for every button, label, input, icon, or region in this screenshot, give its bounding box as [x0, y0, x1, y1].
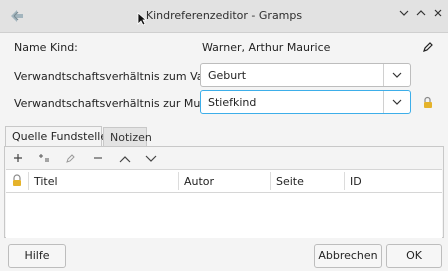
minimize-button[interactable]: [396, 7, 412, 23]
ok-button[interactable]: OK: [386, 244, 442, 268]
mother-relation-dropdown-button[interactable]: [383, 91, 410, 113]
remove-icon: [94, 157, 102, 159]
edit-citation-button[interactable]: [62, 150, 80, 168]
window-title: Kindreferenzeditor - Gramps: [145, 9, 303, 22]
private-lock-icon[interactable]: [421, 96, 435, 110]
tab-source-citations[interactable]: Quelle Fundstellen: [5, 126, 114, 146]
father-relation-label: Verwandtschaftsverhältnis zum Vater:: [14, 70, 223, 83]
chevron-down-icon: [399, 10, 409, 16]
column-separator: [270, 172, 271, 190]
column-header-author[interactable]: Autor: [184, 175, 214, 188]
help-button[interactable]: Hilfe: [8, 244, 66, 268]
share-existing-button[interactable]: [35, 150, 53, 168]
move-up-button[interactable]: [116, 150, 134, 168]
father-relation-value: Geburt: [208, 69, 247, 82]
move-down-button[interactable]: [142, 150, 160, 168]
mother-relation-label: Verwandtschaftsverhältnis zur Mutter:: [14, 97, 224, 110]
column-separator: [178, 172, 179, 190]
title-bar[interactable]: Kindreferenzeditor - Gramps: [0, 0, 448, 33]
column-separator: [344, 172, 345, 190]
maximize-button[interactable]: [413, 7, 429, 23]
table-header: Titel Autor Seite ID: [6, 170, 442, 193]
child-name-value: Warner, Arthur Maurice: [202, 41, 331, 54]
tab-source-citations-label: Quelle Fundstellen: [12, 130, 115, 143]
close-icon: [434, 9, 442, 17]
dialog-window: Kindreferenzeditor - Gramps Name Kind: W…: [0, 0, 448, 271]
close-button[interactable]: [430, 7, 446, 23]
share-icon: [39, 154, 49, 162]
mother-relation-value: Stiefkind: [208, 96, 257, 109]
father-relation-dropdown-button[interactable]: [383, 64, 410, 86]
chevron-down-icon: [392, 99, 402, 105]
citations-panel: Titel Autor Seite ID: [4, 146, 444, 238]
citations-table[interactable]: Titel Autor Seite ID: [6, 169, 442, 238]
column-header-title[interactable]: Titel: [34, 175, 58, 188]
column-separator: [28, 172, 29, 190]
private-lock-icon[interactable]: [11, 174, 23, 187]
mother-relation-select[interactable]: Stiefkind: [200, 90, 411, 114]
move-down-icon: [145, 155, 157, 162]
column-header-page[interactable]: Seite: [276, 175, 304, 188]
chevron-up-icon: [416, 10, 426, 16]
remove-button[interactable]: [89, 150, 107, 168]
child-name-label: Name Kind:: [14, 41, 78, 54]
tab-notes-label: Notizen: [110, 131, 152, 144]
tab-notes[interactable]: Notizen: [103, 127, 152, 146]
edit-icon: [66, 154, 75, 163]
add-icon: [14, 154, 22, 162]
edit-icon[interactable]: [422, 41, 434, 53]
father-relation-select[interactable]: Geburt: [200, 63, 411, 87]
add-button[interactable]: [9, 150, 27, 168]
cancel-button[interactable]: Abbrechen: [314, 244, 382, 268]
column-header-id[interactable]: ID: [350, 175, 362, 188]
chevron-down-icon: [392, 72, 402, 78]
move-up-icon: [119, 156, 131, 163]
